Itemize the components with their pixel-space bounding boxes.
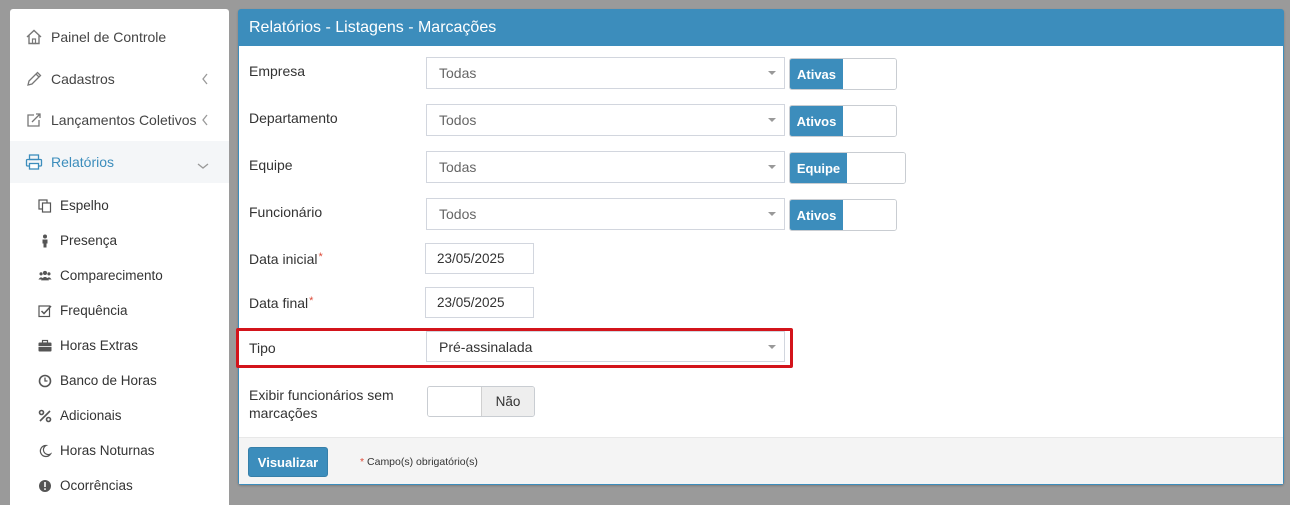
- data-final-label: Data final*: [249, 295, 313, 311]
- toggle-on-label: Equipe: [790, 153, 848, 183]
- sidebar-item-lancamentos-coletivos[interactable]: Lançamentos Coletivos: [10, 99, 229, 141]
- toggle-on-label: Ativas: [790, 59, 843, 89]
- sidebar-item-label: Cadastros: [51, 71, 115, 87]
- home-icon: [25, 28, 43, 46]
- toggle-on-label: Ativos: [790, 200, 843, 230]
- caret-down-icon: [768, 118, 776, 122]
- caret-down-icon: [768, 345, 776, 349]
- toggle-off-handle: [847, 153, 905, 183]
- toggle-off-handle: [843, 200, 896, 230]
- tipo-select[interactable]: Pré-assinalada: [426, 331, 785, 362]
- required-note-text: Campo(s) obrigatório(s): [367, 456, 478, 468]
- person-icon: [38, 234, 52, 248]
- caret-down-icon: [768, 212, 776, 216]
- sidebar-subitem-horas-noturnas[interactable]: Horas Noturnas: [10, 433, 229, 468]
- toggle-off-handle: [428, 387, 481, 416]
- departamento-select-value: Todos: [439, 112, 477, 128]
- chevron-down-icon: [197, 157, 209, 173]
- chevron-left-icon: [201, 113, 209, 129]
- copy-icon: [38, 198, 52, 213]
- panel-footer: Visualizar * Campo(s) obrigatório(s): [239, 437, 1283, 484]
- sidebar-subitem-label: Frequência: [60, 303, 128, 318]
- funcionario-ativos-toggle[interactable]: Ativos: [789, 199, 897, 231]
- sidebar-subitem-ocorrencias[interactable]: Ocorrências: [10, 468, 229, 503]
- panel-title: Relatórios - Listagens - Marcações: [239, 10, 1283, 46]
- sidebar-subitem-label: Adicionais: [60, 408, 122, 423]
- departamento-select[interactable]: Todos: [426, 104, 785, 136]
- caret-down-icon: [768, 165, 776, 169]
- sidebar-subitem-comparecimento[interactable]: Comparecimento: [10, 258, 229, 293]
- sidebar-subitem-frequencia[interactable]: Frequência: [10, 293, 229, 328]
- exclamation-circle-icon: [38, 479, 52, 493]
- edit-share-icon: [25, 111, 43, 129]
- sidebar-subitem-banco-de-horas[interactable]: Banco de Horas: [10, 363, 229, 398]
- check-square-icon: [38, 304, 52, 318]
- equipe-select[interactable]: Todas: [426, 151, 785, 183]
- sidebar-item-label: Relatórios: [51, 154, 115, 170]
- required-star: *: [360, 456, 365, 468]
- tipo-select-value: Pré-assinalada: [439, 338, 533, 355]
- pencil-icon: [25, 70, 43, 88]
- sidebar-subitem-label: Comparecimento: [60, 268, 163, 283]
- data-inicial-label: Data inicial*: [249, 251, 323, 267]
- sidebar-subitem-label: Horas Extras: [60, 338, 139, 353]
- funcionario-select[interactable]: Todos: [426, 198, 785, 230]
- departamento-label: Departamento: [249, 110, 338, 126]
- sidebar-subitem-label: Espelho: [60, 198, 109, 213]
- data-final-input[interactable]: 23/05/2025: [425, 287, 534, 318]
- toggle-nao-label: Não: [480, 387, 534, 416]
- sidebar-subitem-label: Horas Noturnas: [60, 443, 155, 458]
- exibir-label: Exibir funcionários sem marcações: [249, 386, 394, 422]
- moon-icon: [38, 444, 52, 458]
- funcionario-select-value: Todos: [439, 206, 477, 222]
- clock-icon: [38, 374, 52, 388]
- required-marker: *: [309, 295, 314, 307]
- empresa-ativas-toggle[interactable]: Ativas: [789, 58, 897, 90]
- sidebar-subitem-label: Banco de Horas: [60, 373, 157, 388]
- data-final-label-text: Data final: [249, 295, 309, 311]
- printer-icon: [25, 153, 43, 171]
- toggle-on-label: Ativos: [790, 106, 843, 136]
- equipe-select-value: Todas: [439, 159, 477, 175]
- sidebar-subitem-adicionais[interactable]: Adicionais: [10, 398, 229, 433]
- required-note: * Campo(s) obrigatório(s): [360, 456, 478, 468]
- exibir-label-line2: marcações: [249, 405, 318, 421]
- chevron-left-icon: [201, 72, 209, 88]
- sidebar-item-label: Painel de Controle: [51, 29, 167, 45]
- sidebar-subitem-espelho[interactable]: Espelho: [10, 188, 229, 223]
- sidebar-item-label: Lançamentos Coletivos: [51, 112, 197, 128]
- data-inicial-label-text: Data inicial: [249, 251, 318, 267]
- percent-icon: [38, 409, 52, 423]
- sidebar-subitem-label: Ocorrências: [60, 478, 133, 493]
- empresa-select[interactable]: Todas: [426, 57, 785, 89]
- sidebar-item-painel-de-controle[interactable]: Painel de Controle: [10, 16, 229, 58]
- equipe-label: Equipe: [249, 157, 293, 173]
- empresa-select-value: Todas: [439, 65, 477, 81]
- sidebar-item-cadastros[interactable]: Cadastros: [10, 58, 229, 100]
- report-panel: Relatórios - Listagens - Marcações Empre…: [236, 9, 1284, 485]
- empresa-label: Empresa: [249, 63, 306, 79]
- data-inicial-input[interactable]: 23/05/2025: [425, 243, 534, 274]
- sidebar-subitem-horas-extras[interactable]: Horas Extras: [10, 328, 229, 363]
- briefcase-icon: [38, 339, 52, 353]
- departamento-ativos-toggle[interactable]: Ativos: [789, 105, 897, 137]
- equipe-toggle[interactable]: Equipe: [789, 152, 906, 184]
- sidebar-subitem-label: Presença: [60, 233, 118, 248]
- sidebar-subitem-presenca[interactable]: Presença: [10, 223, 229, 258]
- sidebar: Painel de Controle Cadastros Lançamentos…: [10, 9, 229, 505]
- sidebar-item-relatorios[interactable]: Relatórios: [10, 141, 229, 183]
- visualizar-button[interactable]: Visualizar: [248, 447, 328, 477]
- exibir-toggle[interactable]: Não: [427, 386, 535, 417]
- toggle-off-handle: [843, 59, 896, 89]
- funcionario-label: Funcionário: [249, 204, 323, 220]
- required-marker: *: [318, 251, 323, 263]
- toggle-off-handle: [843, 106, 896, 136]
- users-icon: [38, 269, 52, 283]
- tipo-label: Tipo: [249, 340, 276, 356]
- exibir-label-line1: Exibir funcionários sem: [249, 387, 394, 403]
- caret-down-icon: [768, 71, 776, 75]
